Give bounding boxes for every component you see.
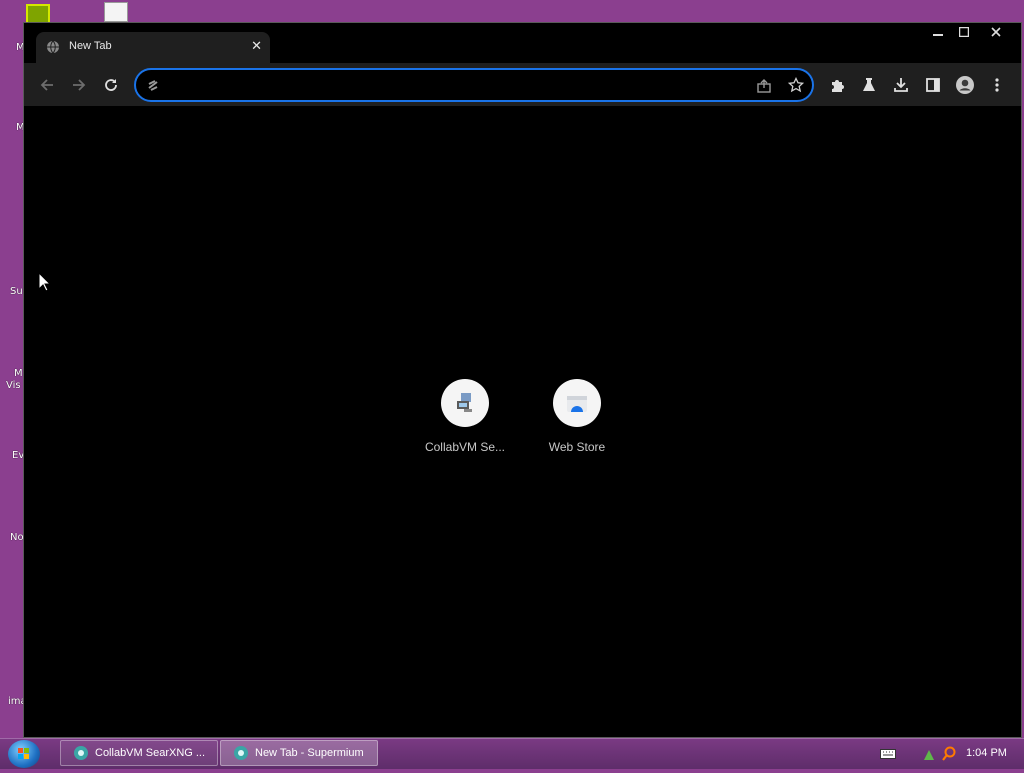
close-icon: [991, 27, 1001, 37]
desktop-icon-label[interactable]: Su: [10, 286, 23, 297]
extensions-button[interactable]: [826, 74, 848, 96]
desktop-icon-label[interactable]: M: [14, 368, 23, 379]
windows-logo-icon: [18, 748, 29, 759]
browser-app-icon: [234, 746, 248, 760]
search-tray-icon[interactable]: [942, 746, 956, 762]
address-input[interactable]: [172, 75, 746, 97]
keyboard-icon[interactable]: [880, 749, 896, 759]
reload-icon: [105, 79, 117, 91]
tab-new-tab[interactable]: New Tab ✕: [36, 32, 270, 63]
address-bar[interactable]: [134, 68, 814, 102]
taskbar-item-label: CollabVM SearXNG ...: [95, 747, 206, 759]
tab-title: New Tab: [69, 40, 112, 52]
taskbar: CollabVM SearXNG ... New Tab - Supermium…: [0, 738, 1024, 769]
shortcut-collabvm[interactable]: CollabVM Se...: [410, 379, 520, 454]
flask-icon: [863, 78, 875, 91]
puzzle-icon: [832, 80, 844, 92]
new-tab-page: CollabVM Se... Web Store: [24, 106, 1021, 737]
arrow-right-icon: [73, 79, 86, 91]
browser-window: New Tab ✕ CollabVM Se... Web Store: [23, 22, 1022, 738]
collabvm-icon: [441, 379, 489, 427]
desktop-icon-label[interactable]: Vis: [6, 380, 21, 391]
taskbar-item-searxng[interactable]: CollabVM SearXNG ...: [60, 740, 218, 766]
browser-app-icon: [74, 746, 88, 760]
title-bar[interactable]: New Tab ✕: [24, 23, 1021, 63]
minimize-icon: [933, 34, 943, 36]
labs-button[interactable]: [858, 74, 880, 96]
shortcut-label: Web Store: [548, 440, 606, 454]
search-engine-icon: [148, 80, 158, 91]
profile-button[interactable]: [954, 74, 976, 96]
more-vertical-icon: [995, 78, 999, 92]
share-icon[interactable]: [756, 78, 772, 94]
arrow-left-icon: [40, 79, 53, 91]
desktop-clock-app-icon[interactable]: [26, 4, 50, 24]
taskbar-item-label: New Tab - Supermium: [255, 747, 364, 759]
download-icon: [894, 78, 908, 92]
reload-button[interactable]: [100, 74, 122, 96]
bookmark-star-icon[interactable]: [788, 77, 804, 93]
desktop-icon-label[interactable]: No: [10, 532, 24, 543]
clock[interactable]: 1:04 PM: [966, 747, 1007, 759]
desktop-document-icon[interactable]: [104, 2, 128, 22]
taskbar-item-supermium[interactable]: New Tab - Supermium: [220, 740, 378, 766]
back-button[interactable]: [36, 74, 58, 96]
downloads-button[interactable]: [890, 74, 912, 96]
side-panel-button[interactable]: [922, 74, 944, 96]
browser-toolbar: [24, 63, 1021, 106]
maximize-icon: [959, 27, 969, 37]
side-panel-icon: [926, 78, 940, 92]
avatar-icon: [956, 76, 974, 94]
shortcut-label: CollabVM Se...: [424, 440, 506, 454]
start-button[interactable]: [8, 740, 40, 768]
mouse-pointer-icon: [38, 272, 50, 292]
web-store-icon: [553, 379, 601, 427]
close-window-button[interactable]: [981, 23, 1011, 41]
tab-close-icon[interactable]: ✕: [251, 38, 262, 54]
network-tray-icon[interactable]: [922, 746, 936, 762]
shortcut-web-store[interactable]: Web Store: [522, 379, 632, 454]
forward-button[interactable]: [68, 74, 90, 96]
maximize-button[interactable]: [949, 23, 979, 41]
menu-button[interactable]: [986, 74, 1008, 96]
globe-icon: [47, 40, 59, 54]
